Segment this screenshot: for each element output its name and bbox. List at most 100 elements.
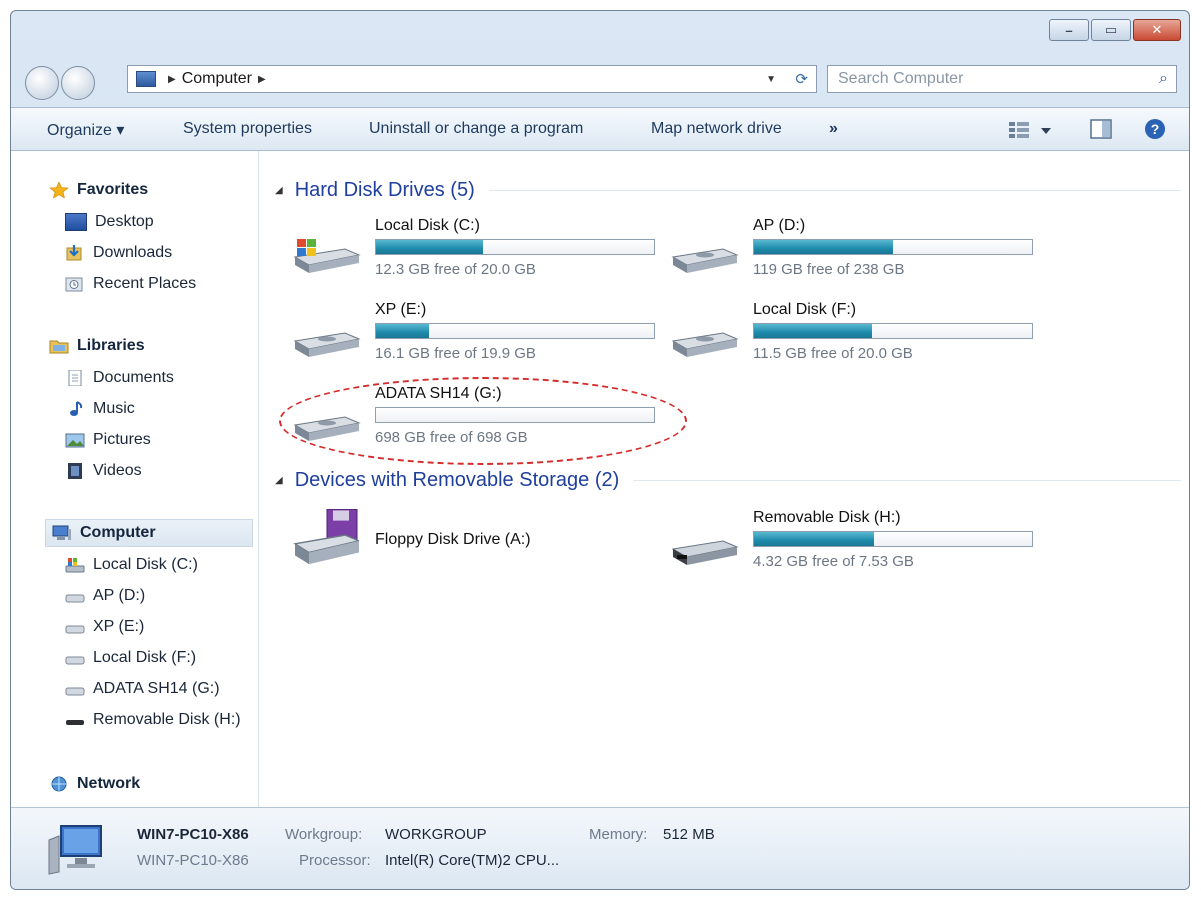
uninstall-program-button[interactable]: Uninstall or change a program [369, 120, 583, 138]
drive-usage-bar [375, 239, 655, 255]
drive-tile-a[interactable]: Floppy Disk Drive (A:) [291, 509, 651, 579]
memory-value: 512 MB [663, 826, 715, 843]
videos-icon [68, 463, 82, 479]
group-hard-disk-drives[interactable]: ◢ Hard Disk Drives (5) [275, 179, 1181, 202]
help-icon[interactable]: ? [1143, 117, 1167, 141]
collapse-arrow-icon[interactable]: ◢ [275, 475, 283, 486]
sidebar-favorites[interactable]: Favorites [49, 181, 148, 199]
sidebar-item-label: XP (E:) [93, 618, 145, 635]
music-icon [70, 401, 83, 416]
close-button[interactable]: ✕ [1133, 19, 1181, 41]
removable-drive-icon [671, 540, 739, 565]
drive-usage-fill [376, 240, 484, 254]
sidebar-item-label: ADATA SH14 (G:) [93, 680, 220, 697]
sidebar-computer[interactable]: Computer [45, 519, 253, 547]
sidebar-libraries[interactable]: Libraries [49, 337, 145, 355]
drive-tile-e[interactable]: XP (E:) 16.1 GB free of 19.9 GB [291, 301, 655, 371]
view-options-icon[interactable] [1007, 117, 1053, 141]
sidebar-item-label: Music [93, 400, 135, 417]
search-placeholder: Search Computer [838, 70, 964, 87]
memory-label: Memory: [589, 826, 648, 843]
workgroup-value: WORKGROUP [385, 826, 487, 843]
drive-tile-f[interactable]: Local Disk (F:) 11.5 GB free of 20.0 GB [669, 301, 1033, 371]
sidebar-item-videos[interactable]: Videos [65, 462, 142, 480]
drive-usage-bar [753, 239, 1033, 255]
processor-value: Intel(R) Core(TM)2 CPU... [385, 852, 560, 869]
computer-icon [48, 825, 102, 875]
organize-button[interactable]: Organize ▾ [47, 120, 124, 140]
navigation-pane: Favorites Desktop Downloads Recent Place… [11, 151, 259, 809]
pc-name: WIN7-PC10-X86 [137, 826, 249, 843]
drive-free-space: 4.32 GB free of 7.53 GB [753, 553, 914, 570]
drive-tile-c[interactable]: Local Disk (C:) 12.3 GB free of 20.0 GB [291, 217, 655, 287]
group-removable-storage[interactable]: ◢ Devices with Removable Storage (2) [275, 469, 1181, 492]
sidebar-item-local-disk-f[interactable]: Local Disk (F:) [65, 649, 196, 667]
refresh-icon[interactable]: ⟳ [795, 70, 808, 88]
downloads-icon [66, 245, 82, 261]
forward-button[interactable] [61, 66, 95, 100]
collapse-arrow-icon[interactable]: ◢ [275, 185, 283, 196]
sidebar-item-label: Removable Disk (H:) [93, 711, 241, 728]
sidebar-item-removable-h[interactable]: Removable Disk (H:) [65, 711, 241, 729]
sidebar-item-label: Documents [93, 369, 174, 386]
drive-name: Floppy Disk Drive (A:) [375, 531, 531, 548]
sidebar-item-label: Network [77, 775, 141, 792]
maximize-button[interactable]: ▭ [1091, 19, 1131, 41]
drive-icon [65, 594, 85, 603]
sidebar-item-documents[interactable]: Documents [65, 369, 174, 387]
drive-free-space: 16.1 GB free of 19.9 GB [375, 345, 536, 362]
libraries-icon [49, 340, 69, 354]
sidebar-item-ap-d[interactable]: AP (D:) [65, 587, 145, 605]
recent-places-icon [65, 277, 83, 292]
search-input[interactable]: Search Computer ⌕ [827, 65, 1177, 93]
sidebar-network[interactable]: Network [49, 775, 140, 793]
drive-usage-fill [754, 532, 874, 546]
drive-usage-fill [376, 324, 429, 338]
file-list: ◢ Hard Disk Drives (5) Local Disk (C:) 1… [261, 151, 1187, 809]
map-network-drive-button[interactable]: Map network drive [651, 120, 782, 138]
group-divider [488, 190, 1181, 191]
breadcrumb-arrow-icon[interactable]: ▶ [168, 74, 176, 85]
drive-icon [293, 332, 361, 357]
details-pane: WIN7-PC10-X86 Workgroup: WORKGROUP Memor… [11, 807, 1189, 889]
content-area: Favorites Desktop Downloads Recent Place… [11, 151, 1189, 809]
breadcrumb-arrow-icon[interactable]: ▶ [258, 74, 266, 85]
network-icon [51, 776, 67, 792]
sidebar-item-pictures[interactable]: Pictures [65, 431, 151, 449]
sidebar-item-music[interactable]: Music [65, 400, 135, 418]
breadcrumb-computer[interactable]: Computer [182, 70, 252, 88]
drive-tile-d[interactable]: AP (D:) 119 GB free of 238 GB [669, 217, 1033, 287]
drive-usage-fill [754, 324, 873, 338]
drive-tile-h[interactable]: Removable Disk (H:) 4.32 GB free of 7.53… [669, 509, 1033, 579]
back-button[interactable] [25, 66, 59, 100]
minimize-button[interactable]: – [1049, 19, 1089, 41]
computer-icon [52, 525, 71, 540]
desktop-icon [65, 213, 87, 231]
sidebar-item-adata-g[interactable]: ADATA SH14 (G:) [65, 680, 220, 698]
svg-text:?: ? [1151, 121, 1160, 137]
address-bar[interactable]: ▶ Computer ▶ ▼ ⟳ [127, 65, 817, 93]
drive-icon [65, 625, 85, 634]
drive-name: AP (D:) [753, 217, 806, 234]
sidebar-item-local-disk-c[interactable]: Local Disk (C:) [65, 556, 198, 574]
drive-free-space: 119 GB free of 238 GB [753, 261, 905, 278]
address-dropdown-icon[interactable]: ▼ [766, 74, 776, 85]
drive-usage-bar [753, 531, 1033, 547]
drive-usage-bar [753, 323, 1033, 339]
sidebar-item-recent-places[interactable]: Recent Places [65, 275, 196, 293]
sidebar-item-label: Videos [93, 462, 142, 479]
pictures-icon [65, 433, 85, 448]
computer-icon [136, 71, 156, 87]
search-icon[interactable]: ⌕ [1159, 70, 1168, 88]
sidebar-item-label: Favorites [77, 181, 149, 198]
documents-icon [68, 370, 82, 386]
sidebar-item-desktop[interactable]: Desktop [65, 213, 154, 231]
more-commands-button[interactable]: » [829, 120, 838, 138]
sidebar-item-xp-e[interactable]: XP (E:) [65, 618, 144, 636]
preview-pane-icon[interactable] [1089, 117, 1113, 141]
sidebar-item-label: Local Disk (F:) [93, 649, 197, 666]
star-icon [49, 182, 69, 198]
system-properties-button[interactable]: System properties [183, 120, 312, 138]
group-title: Devices with Removable Storage (2) [294, 469, 620, 491]
sidebar-item-downloads[interactable]: Downloads [65, 244, 172, 262]
